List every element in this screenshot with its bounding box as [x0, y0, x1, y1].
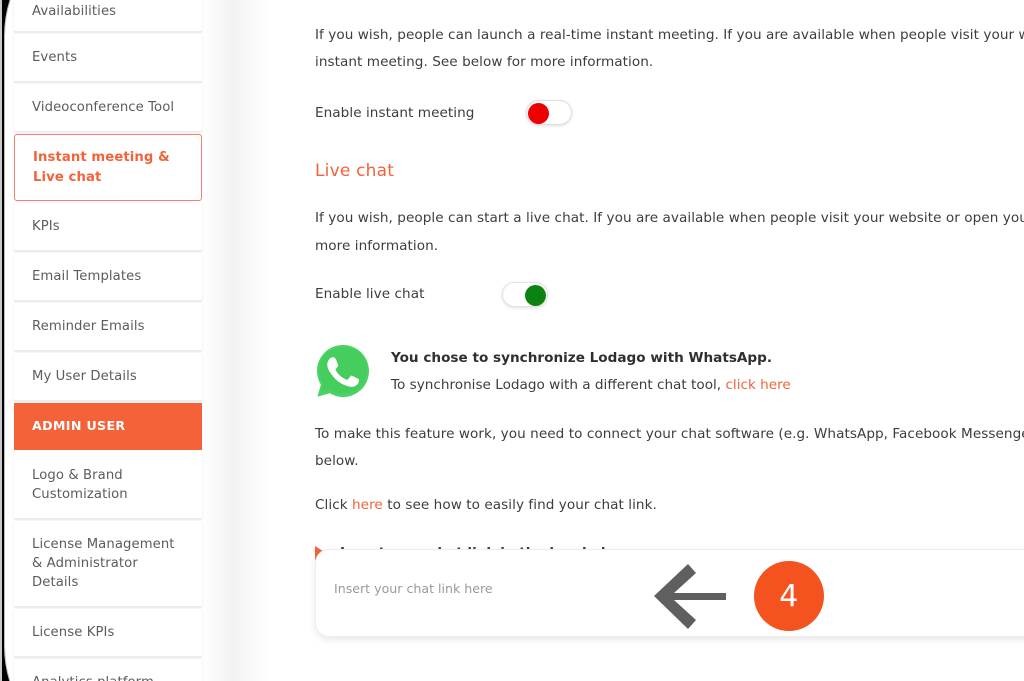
enable-instant-meeting-toggle[interactable] — [526, 100, 573, 126]
whatsapp-sync-line2: To synchronise Lodago with a different c… — [391, 372, 791, 399]
help-note: Click here to see how to easily find you… — [315, 492, 1024, 519]
sidebar-item-label: Events — [32, 50, 78, 66]
sidebar-content-gap — [202, 0, 272, 681]
sidebar-item-kpis[interactable]: KPIs — [14, 202, 202, 251]
enable-instant-meeting-label: Enable instant meeting — [315, 104, 475, 121]
sidebar-item-label: Email Templates — [32, 268, 142, 284]
here-link[interactable]: here — [352, 497, 383, 513]
sidebar-item-analytics-platform[interactable]: Analytics platform — [14, 659, 202, 681]
sidebar-item-label: Availabilities — [32, 4, 117, 19]
sidebar-item-events[interactable]: Events — [14, 34, 202, 83]
toggle-knob — [525, 284, 547, 306]
sidebar-section-label: ADMIN USER — [32, 418, 126, 434]
screenshot-root: Smart Utilization Availabilities Events … — [0, 0, 1024, 681]
instant-meeting-paragraph-line2: instant meeting. See below for more info… — [315, 54, 654, 71]
sidebar: Smart Utilization Availabilities Events … — [14, 0, 202, 681]
sidebar-item-license-kpis[interactable]: License KPIs — [14, 609, 202, 658]
whatsapp-sync-line1: You chose to synchronize Lodago with Wha… — [391, 349, 773, 366]
whatsapp-icon — [315, 343, 371, 399]
sidebar-item-label: Analytics platform — [32, 675, 154, 681]
viewport-left-edge-rule — [0, 0, 2, 681]
enable-live-chat-toggle[interactable] — [502, 281, 549, 307]
whatsapp-text-lines: You chose to synchronize Lodago with Wha… — [391, 341, 791, 399]
toggle-knob — [528, 103, 550, 125]
live-chat-paragraph-line1: If you wish, people can start a live cha… — [315, 210, 1024, 227]
sidebar-item-label: My User Details — [32, 369, 137, 385]
sidebar-section-admin-user[interactable]: ADMIN USER — [14, 403, 202, 450]
connect-note-line2: below. — [315, 453, 359, 470]
sidebar-item-label: KPIs — [32, 218, 60, 234]
enable-live-chat-row: Enable live chat — [315, 281, 1024, 307]
sidebar-item-label: License Management & Administrator Detai… — [32, 536, 175, 591]
sidebar-item-instant-meeting-live-chat[interactable]: Instant meeting & Live chat — [14, 134, 202, 201]
left-arrow-icon — [648, 560, 730, 632]
enable-live-chat-label: Enable live chat — [315, 286, 425, 303]
sidebar-item-videoconference-tool[interactable]: Videoconference Tool — [14, 84, 202, 133]
sidebar-item-license-management[interactable]: License Management & Administrator Detai… — [14, 520, 202, 608]
connect-note-line1: To make this feature work, you need to c… — [315, 426, 1024, 443]
step-number-badge: 4 — [754, 561, 824, 631]
sidebar-item-availabilities[interactable]: Availabilities — [14, 0, 202, 33]
help-note-suffix: to see how to easily find your chat link… — [382, 496, 657, 513]
enable-instant-meeting-row: Enable instant meeting — [315, 100, 1024, 126]
sidebar-item-my-user-details[interactable]: My User Details — [14, 353, 202, 402]
help-note-prefix: Click — [315, 496, 353, 513]
instant-meeting-paragraph-line1: If you wish, people can launch a real-ti… — [315, 27, 1024, 43]
sidebar-item-label: Videoconference Tool — [32, 100, 175, 116]
step-number-label: 4 — [779, 578, 799, 614]
live-chat-heading: Live chat — [315, 161, 395, 182]
sidebar-item-label: Logo & Brand Customization — [32, 467, 128, 502]
sidebar-item-logo-brand-customization[interactable]: Logo & Brand Customization — [14, 451, 202, 519]
whatsapp-sync-block: You chose to synchronize Lodago with Wha… — [315, 341, 1024, 399]
live-chat-paragraph-line2: more information. — [315, 237, 439, 254]
click-here-link[interactable]: click here — [725, 377, 790, 393]
sidebar-item-label: License KPIs — [32, 625, 115, 641]
whatsapp-sync-line2-prefix: To synchronise Lodago with a different c… — [391, 376, 726, 393]
sidebar-item-email-templates[interactable]: Email Templates — [14, 252, 202, 301]
sidebar-item-reminder-emails[interactable]: Reminder Emails — [14, 302, 202, 352]
sidebar-item-label: Reminder Emails — [32, 318, 145, 334]
sidebar-item-label: Instant meeting & Live chat — [33, 150, 170, 185]
